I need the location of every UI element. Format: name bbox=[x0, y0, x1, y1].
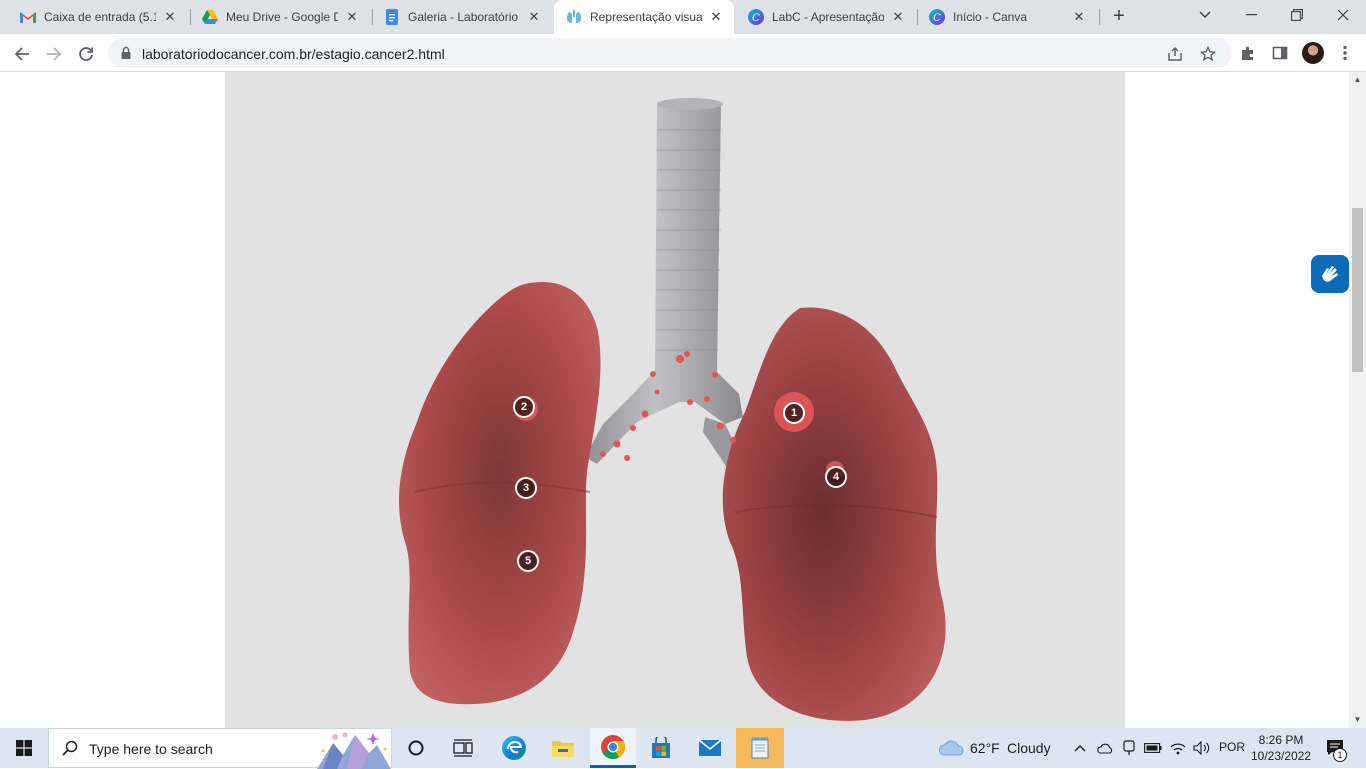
tab-title: Meu Drive - Google D bbox=[226, 10, 338, 24]
search-highlight-illustration-icon bbox=[317, 732, 391, 769]
lung-cancer-visualization: 1 2 3 4 5 bbox=[225, 72, 1125, 728]
weather-condition[interactable]: Cloudy bbox=[1007, 740, 1051, 756]
close-icon[interactable]: ✕ bbox=[162, 9, 178, 25]
google-docs-icon bbox=[384, 9, 400, 25]
windows-taskbar: Type here to search 62°F Cloudy POR 8:26… bbox=[0, 728, 1366, 769]
microsoft-store-icon[interactable] bbox=[639, 728, 683, 768]
url-text: laboratoriodocancer.com.br/estagio.cance… bbox=[142, 46, 445, 62]
vlibras-hand-icon[interactable] bbox=[1311, 255, 1349, 293]
close-icon[interactable]: ✕ bbox=[344, 9, 360, 25]
tumor-marker-2[interactable]: 2 bbox=[513, 396, 535, 418]
back-arrow-icon bbox=[14, 47, 29, 61]
side-panel-icon[interactable] bbox=[1270, 43, 1290, 63]
new-tab-button[interactable]: + bbox=[1107, 5, 1131, 29]
clock[interactable]: 8:26 PM 10/23/2022 bbox=[1248, 732, 1314, 764]
svg-text:C: C bbox=[933, 13, 941, 24]
trachea bbox=[585, 98, 745, 472]
close-icon[interactable]: ✕ bbox=[708, 9, 724, 25]
browser-tab-strip: Caixa de entrada (5.17 ✕ Meu Drive - Goo… bbox=[0, 0, 1366, 34]
edge-browser-icon[interactable] bbox=[492, 728, 536, 768]
extensions-icon[interactable] bbox=[1238, 43, 1258, 63]
restore-button[interactable] bbox=[1274, 0, 1320, 30]
labc-site-icon bbox=[566, 9, 582, 25]
lock-icon bbox=[121, 46, 131, 59]
page-scrollbar[interactable]: ▲ ▼ bbox=[1349, 72, 1366, 728]
taskbar-search-box[interactable]: Type here to search bbox=[48, 728, 392, 769]
google-drive-icon bbox=[202, 9, 218, 25]
forward-arrow-icon bbox=[47, 47, 62, 61]
svg-text:C: C bbox=[752, 13, 760, 24]
tab-title: Início - Canva bbox=[953, 10, 1028, 24]
wifi-icon[interactable] bbox=[1168, 728, 1188, 768]
close-window-button[interactable] bbox=[1320, 0, 1366, 30]
tumor-marker-3[interactable]: 3 bbox=[515, 477, 537, 499]
clock-date: 10/23/2022 bbox=[1250, 749, 1312, 763]
share-icon[interactable] bbox=[1166, 45, 1184, 63]
tab-title: Representação visual d bbox=[590, 10, 702, 24]
tumor-marker-1[interactable]: 1 bbox=[783, 402, 805, 424]
tab-title: Galeria - Laboratório d bbox=[408, 10, 520, 24]
reload-button[interactable] bbox=[72, 40, 100, 68]
reload-icon bbox=[79, 47, 93, 61]
page-content: 1 2 3 4 5 ▲ ▼ bbox=[0, 72, 1366, 728]
windows-logo-icon bbox=[16, 740, 32, 756]
mail-icon[interactable] bbox=[688, 728, 732, 768]
address-bar[interactable]: laboratoriodocancer.com.br/estagio.cance… bbox=[108, 38, 1232, 68]
volume-icon[interactable] bbox=[1192, 728, 1212, 768]
close-icon[interactable]: ✕ bbox=[890, 9, 906, 25]
bookmark-star-icon[interactable] bbox=[1199, 45, 1217, 63]
browser-toolbar: laboratoriodocancer.com.br/estagio.cance… bbox=[0, 34, 1366, 72]
tab-title: Caixa de entrada (5.17 bbox=[44, 10, 156, 24]
right-lung bbox=[722, 307, 946, 721]
tab-labc-apresentacao[interactable]: C LabC - Apresentação ✕ bbox=[736, 0, 916, 34]
search-placeholder: Type here to search bbox=[89, 741, 213, 757]
back-button[interactable] bbox=[8, 40, 36, 68]
left-lung bbox=[398, 281, 601, 705]
canva-icon: C bbox=[929, 9, 945, 25]
chrome-browser-icon[interactable] bbox=[590, 728, 636, 768]
onedrive-cloud-icon[interactable] bbox=[1096, 728, 1114, 768]
scrollbar-thumb[interactable] bbox=[1352, 208, 1363, 372]
tab-inicio-canva[interactable]: C Início - Canva ✕ bbox=[917, 0, 1097, 34]
minimize-button[interactable] bbox=[1228, 0, 1274, 30]
tab-google-drive[interactable]: Meu Drive - Google D ✕ bbox=[190, 0, 370, 34]
tumor-marker-5[interactable]: 5 bbox=[517, 550, 539, 572]
tab-title: LabC - Apresentação bbox=[772, 10, 884, 24]
input-language[interactable]: POR bbox=[1219, 740, 1245, 754]
meet-now-icon[interactable] bbox=[1120, 728, 1138, 768]
tab-gmail[interactable]: Caixa de entrada (5.17 ✕ bbox=[8, 0, 188, 34]
scroll-up-icon[interactable]: ▲ bbox=[1353, 75, 1362, 84]
tab-galeria[interactable]: Galeria - Laboratório d ✕ bbox=[372, 0, 552, 34]
search-icon bbox=[62, 740, 78, 756]
start-button[interactable] bbox=[0, 728, 48, 768]
clock-time: 8:26 PM bbox=[1258, 733, 1304, 747]
cloudy-weather-icon[interactable] bbox=[936, 728, 966, 768]
close-icon[interactable]: ✕ bbox=[1071, 9, 1087, 25]
notepad-icon[interactable] bbox=[736, 728, 784, 768]
task-view-icon[interactable] bbox=[443, 728, 483, 768]
tab-representacao-visual[interactable]: Representação visual d ✕ bbox=[554, 0, 734, 34]
battery-icon[interactable] bbox=[1144, 728, 1162, 768]
weather-temperature[interactable]: 62°F bbox=[970, 740, 1000, 756]
cortana-icon[interactable] bbox=[396, 728, 436, 768]
notification-count-badge: 1 bbox=[1333, 748, 1347, 762]
chevron-up-icon[interactable] bbox=[1072, 728, 1088, 768]
menu-kebab-icon[interactable] bbox=[1335, 43, 1355, 63]
tab-separator bbox=[1099, 9, 1100, 25]
canva-icon: C bbox=[748, 9, 764, 25]
scroll-down-icon[interactable]: ▼ bbox=[1353, 715, 1362, 724]
tumor-marker-4[interactable]: 4 bbox=[825, 466, 847, 488]
forward-button[interactable] bbox=[40, 40, 68, 68]
gmail-icon bbox=[20, 9, 36, 25]
profile-avatar[interactable] bbox=[1302, 42, 1324, 64]
tab-search-button[interactable] bbox=[1182, 0, 1228, 30]
file-explorer-icon[interactable] bbox=[541, 728, 585, 768]
lungs-illustration bbox=[398, 98, 946, 721]
close-icon[interactable]: ✕ bbox=[526, 9, 542, 25]
